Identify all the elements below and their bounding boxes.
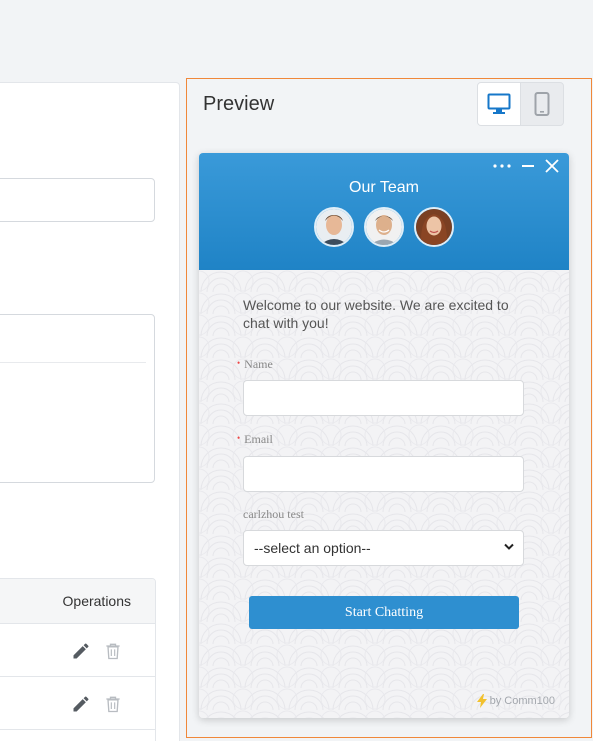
trash-icon[interactable] xyxy=(103,641,123,661)
email-field[interactable] xyxy=(243,456,524,492)
more-icon[interactable] xyxy=(493,163,511,169)
textarea-divider xyxy=(0,362,146,363)
lightning-icon xyxy=(476,694,487,708)
left-textarea[interactable] xyxy=(0,314,155,483)
welcome-message: Welcome to our website. We are excited t… xyxy=(243,297,509,331)
widget-title: Our Team xyxy=(349,179,419,196)
team-avatars xyxy=(199,207,569,247)
start-chatting-button[interactable]: Start Chatting xyxy=(249,596,519,629)
preview-title: Preview xyxy=(203,93,275,115)
required-marker: • xyxy=(237,433,241,443)
custom-field-label: carlzhou test xyxy=(243,507,304,521)
operations-table: Operations xyxy=(0,578,156,741)
device-toggle xyxy=(477,82,564,126)
table-row xyxy=(0,624,155,677)
name-label-text: Name xyxy=(244,357,273,371)
pencil-icon[interactable] xyxy=(71,641,91,661)
required-marker: • xyxy=(237,358,241,368)
desktop-view-button[interactable] xyxy=(478,83,521,125)
name-field[interactable] xyxy=(243,380,524,416)
email-label: • Email xyxy=(237,432,273,447)
select-value: --select an option-- xyxy=(254,540,371,556)
mobile-icon xyxy=(534,92,550,116)
left-text-input[interactable] xyxy=(0,178,155,222)
mobile-view-button[interactable] xyxy=(521,83,564,125)
chevron-down-icon xyxy=(504,543,514,550)
table-header: Operations xyxy=(0,579,155,624)
powered-by: by Comm100 xyxy=(476,694,555,708)
avatar xyxy=(314,207,354,247)
close-icon[interactable] xyxy=(545,159,559,173)
chat-widget-preview: Our Team Welcome to our website. We are … xyxy=(199,153,569,718)
pencil-icon[interactable] xyxy=(71,694,91,714)
avatar xyxy=(414,207,454,247)
operations-header: Operations xyxy=(62,593,131,609)
header-controls xyxy=(493,159,559,173)
trash-icon[interactable] xyxy=(103,694,123,714)
name-label: • Name xyxy=(237,357,273,372)
widget-header: Our Team xyxy=(199,153,569,270)
email-label-text: Email xyxy=(244,432,273,446)
minimize-icon[interactable] xyxy=(521,159,535,173)
scallop-pattern xyxy=(199,270,569,718)
custom-select[interactable]: --select an option-- xyxy=(243,530,524,566)
widget-body: Welcome to our website. We are excited t… xyxy=(199,270,569,718)
table-row xyxy=(0,677,155,730)
avatar xyxy=(364,207,404,247)
powered-by-text: by Comm100 xyxy=(489,695,555,707)
desktop-icon xyxy=(487,93,511,114)
